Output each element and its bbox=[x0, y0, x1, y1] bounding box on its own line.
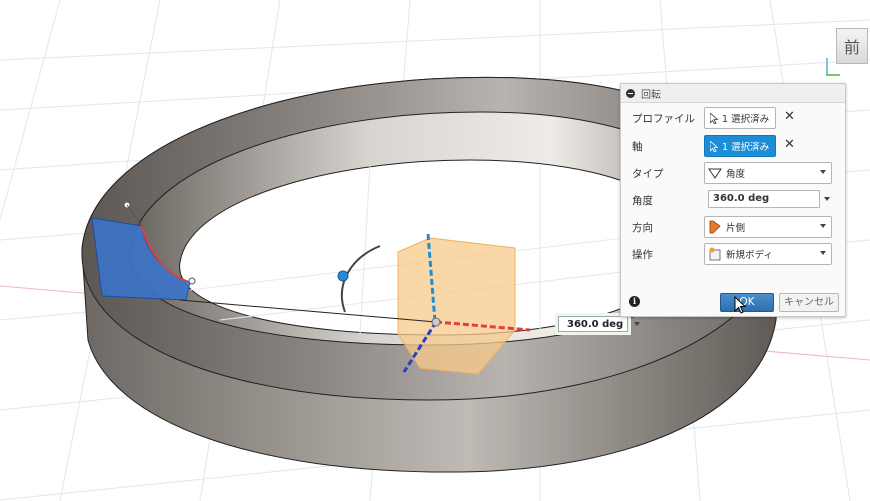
new-body-icon bbox=[709, 247, 721, 261]
type-dropdown[interactable]: 角度 bbox=[704, 162, 832, 184]
type-dropdown-value: 角度 bbox=[726, 169, 746, 180]
angle-label: 角度 bbox=[632, 195, 653, 207]
profile-select-button[interactable]: 1 選択済み bbox=[704, 107, 776, 129]
profile-label: プロファイル bbox=[632, 113, 695, 125]
cursor-icon bbox=[710, 112, 718, 124]
profile-clear-icon[interactable]: ✕ bbox=[784, 109, 795, 124]
angle-icon bbox=[708, 168, 722, 179]
cursor-icon bbox=[710, 140, 718, 152]
row-direction: 方向 片側 bbox=[621, 214, 845, 240]
angle-handle bbox=[337, 270, 349, 282]
axis-select-button[interactable]: 1 選択済み bbox=[704, 135, 776, 157]
profile-select-value: 1 選択済み bbox=[722, 114, 770, 125]
row-axis: 軸 1 選択済み ✕ bbox=[621, 133, 845, 159]
chevron-down-icon bbox=[820, 251, 826, 255]
axis-clear-icon[interactable]: ✕ bbox=[784, 137, 795, 152]
row-type: タイプ 角度 bbox=[621, 160, 845, 186]
angle-input[interactable]: 360.0 deg bbox=[708, 190, 820, 208]
axis-select-value: 1 選択済み bbox=[722, 142, 770, 153]
axis-label: 軸 bbox=[632, 141, 643, 153]
view-cube[interactable]: 前 bbox=[826, 18, 870, 76]
dialog-header: 回転 bbox=[621, 84, 845, 103]
row-angle: 角度 360.0 deg bbox=[621, 187, 845, 213]
info-icon[interactable]: i bbox=[629, 296, 640, 307]
direction-label: 方向 bbox=[632, 222, 653, 234]
revolve-dialog: 回転 プロファイル 1 選択済み ✕ 軸 1 選択済み ✕ タイプ 角度 角度 … bbox=[620, 83, 846, 317]
row-operation: 操作 新規ボディ bbox=[621, 241, 845, 267]
type-label: タイプ bbox=[632, 168, 664, 180]
operation-label: 操作 bbox=[632, 249, 653, 261]
view-cube-front-face[interactable]: 前 bbox=[836, 28, 868, 64]
operation-dropdown[interactable]: 新規ボディ bbox=[704, 243, 832, 265]
direction-dropdown-value: 片側 bbox=[726, 223, 746, 234]
triad-origin bbox=[431, 317, 441, 327]
one-side-icon bbox=[709, 220, 721, 234]
mouse-pointer-icon bbox=[734, 296, 746, 314]
ok-button[interactable]: OK bbox=[720, 293, 774, 312]
row-profile: プロファイル 1 選択済み ✕ bbox=[621, 105, 845, 131]
angle-caret-icon[interactable] bbox=[824, 197, 830, 201]
chevron-down-icon bbox=[820, 170, 826, 174]
cancel-button[interactable]: キャンセル bbox=[779, 293, 839, 312]
viewcube-x-axis bbox=[826, 74, 840, 76]
angle-input-caret-icon[interactable] bbox=[634, 322, 640, 326]
chevron-down-icon bbox=[820, 224, 826, 228]
direction-dropdown[interactable]: 片側 bbox=[704, 216, 832, 238]
angle-input-viewport[interactable]: 360.0 deg bbox=[558, 316, 628, 332]
collapse-icon[interactable] bbox=[626, 88, 635, 98]
operation-dropdown-value: 新規ボディ bbox=[726, 250, 773, 261]
dialog-title: 回転 bbox=[641, 89, 661, 101]
